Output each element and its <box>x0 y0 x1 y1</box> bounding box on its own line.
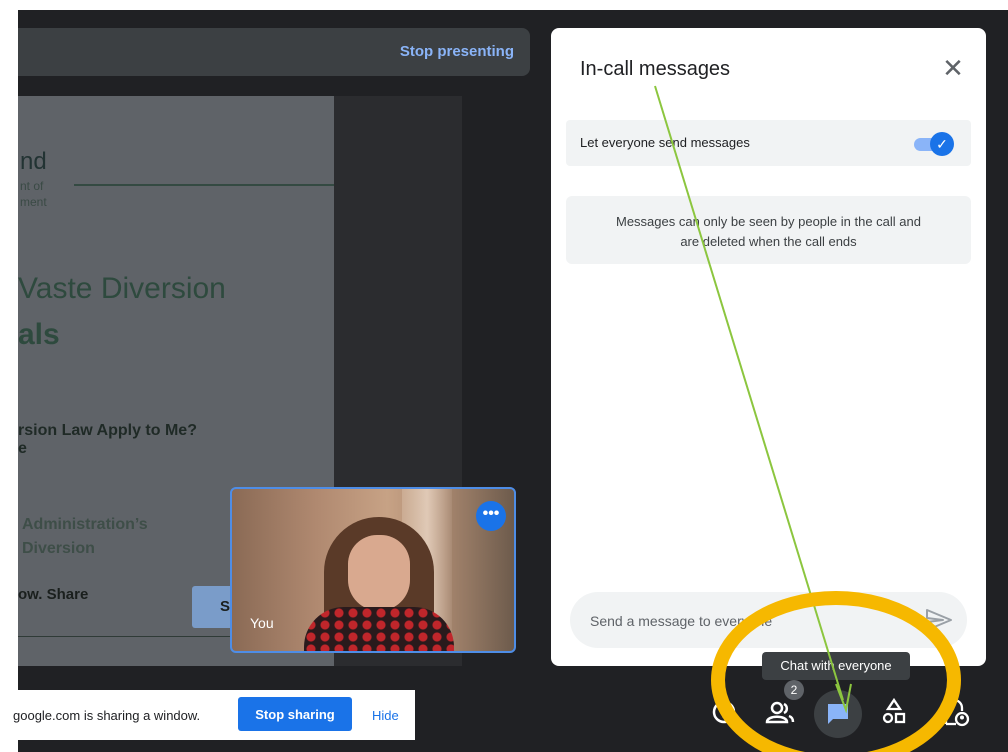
message-input-box[interactable] <box>570 592 967 648</box>
more-options-icon[interactable]: ••• <box>476 501 506 531</box>
slide-button-label: S <box>220 598 231 615</box>
chat-panel-title: In-call messages <box>580 58 731 80</box>
hide-link[interactable]: Hide <box>372 708 399 723</box>
slide-logo-text: nd <box>20 148 47 175</box>
chat-info-notice: Messages can only be seen by people in t… <box>566 196 971 264</box>
chat-info-line1: Messages can only be seen by people in t… <box>616 214 921 229</box>
chat-tooltip: Chat with everyone <box>762 652 910 680</box>
participant-face <box>348 535 410 611</box>
participant-shirt <box>304 607 454 651</box>
presenting-bar: Stop presenting <box>18 28 530 76</box>
activities-icon[interactable] <box>876 694 912 730</box>
self-tile-label: You <box>250 615 274 631</box>
slide-divider <box>74 184 334 186</box>
chat-panel: In-call messages ✕ Let everyone send mes… <box>551 28 986 666</box>
slide-title-line1: Vaste Diversion <box>18 272 226 305</box>
close-icon[interactable]: ✕ <box>935 50 971 86</box>
message-input[interactable] <box>588 608 912 634</box>
let-everyone-send-row: Let everyone send messages ✓ <box>566 120 971 166</box>
sharing-text: google.com is sharing a window. <box>13 708 201 723</box>
chat-icon[interactable] <box>824 700 852 728</box>
self-video-tile[interactable]: You ••• <box>230 487 516 653</box>
stop-sharing-button[interactable]: Stop sharing <box>238 697 352 731</box>
slide-share-text: ow. Share <box>18 586 89 603</box>
send-icon[interactable] <box>924 606 954 634</box>
host-controls-icon[interactable] <box>938 694 974 730</box>
slide-fragment: e <box>18 440 27 457</box>
slide-logo-subtext: nt of ment <box>20 179 47 209</box>
stop-presenting-button[interactable]: Stop presenting <box>400 43 514 60</box>
slide-question: rsion Law Apply to Me? <box>18 422 197 439</box>
screen-left-edge <box>0 0 18 752</box>
slide-admin-line2: Diversion <box>22 540 95 557</box>
info-icon[interactable] <box>706 694 742 730</box>
sharing-notification-bar: google.com is sharing a window. Stop sha… <box>0 690 415 740</box>
check-icon[interactable]: ✓ <box>930 132 954 156</box>
slide-admin-line1: Administration’s <box>22 516 148 533</box>
let-everyone-send-label: Let everyone send messages <box>580 135 750 150</box>
slide-title-line2: als <box>18 318 60 351</box>
screen-top-edge <box>0 0 1008 10</box>
chat-info-line2: are deleted when the call ends <box>680 234 857 249</box>
people-count-badge: 2 <box>784 680 804 700</box>
chat-button[interactable] <box>814 690 862 738</box>
